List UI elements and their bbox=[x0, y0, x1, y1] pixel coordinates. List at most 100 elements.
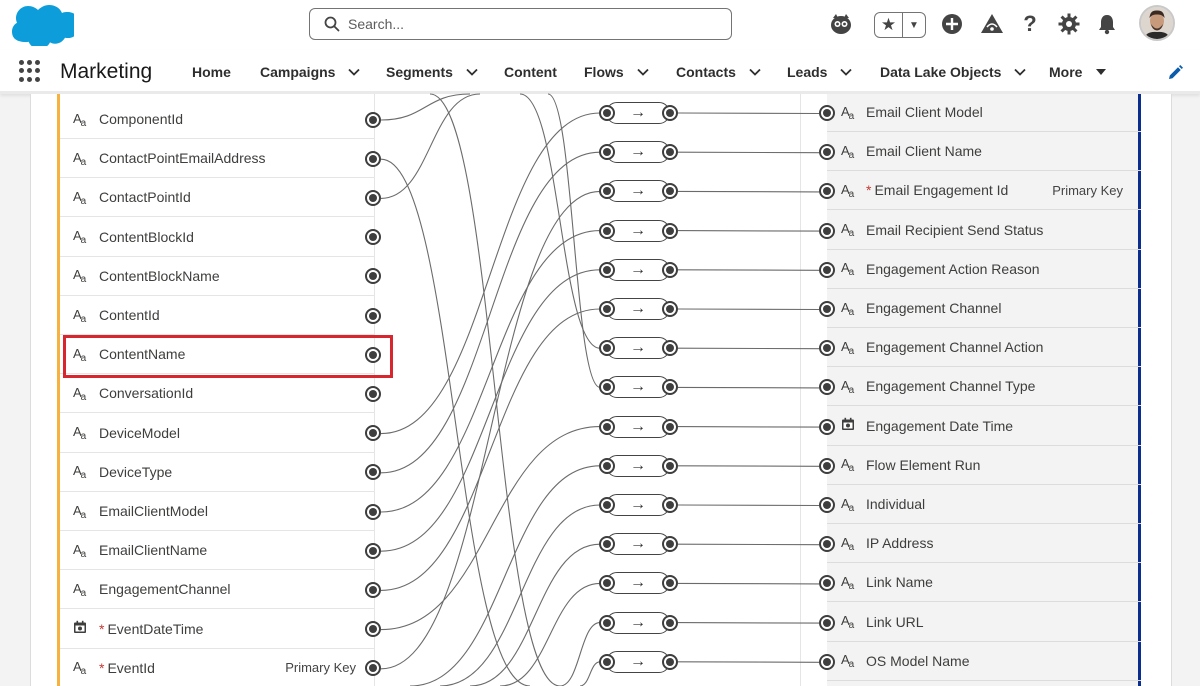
favorites-control[interactable]: ★ ▼ bbox=[874, 12, 926, 38]
nav-item-segments[interactable]: Segments bbox=[386, 64, 479, 80]
source-connector-dot[interactable] bbox=[365, 425, 381, 442]
target-field-row[interactable]: Aa Email Recipient Send Status bbox=[827, 211, 1141, 250]
transform-input-dot[interactable] bbox=[599, 457, 615, 474]
source-field-row[interactable]: Aa ContentName bbox=[60, 335, 374, 375]
source-field-row[interactable]: Aa ContactPointEmailAddress bbox=[60, 139, 374, 179]
source-field-row[interactable]: Aa DeviceType bbox=[60, 453, 374, 492]
source-connector-dot[interactable] bbox=[365, 503, 381, 520]
target-field-row[interactable]: Aa Link URL bbox=[827, 603, 1141, 642]
source-connector-dot[interactable] bbox=[365, 621, 381, 638]
target-connector-dot[interactable] bbox=[819, 418, 835, 435]
setup-gear-icon[interactable] bbox=[1057, 12, 1081, 36]
target-field-row[interactable]: Aa IP Address bbox=[827, 524, 1141, 564]
source-connector-dot[interactable] bbox=[365, 542, 381, 559]
chevron-down-icon[interactable] bbox=[465, 65, 479, 79]
nav-item-more[interactable]: More bbox=[1049, 64, 1108, 80]
transform-node[interactable]: → bbox=[606, 494, 670, 516]
caret-down-icon[interactable] bbox=[1094, 65, 1108, 79]
source-field-row[interactable]: Aa * EventId Primary Key bbox=[60, 649, 374, 686]
chevron-down-icon[interactable] bbox=[636, 65, 650, 79]
source-connector-dot[interactable] bbox=[365, 229, 381, 246]
source-field-row[interactable]: Aa ContentBlockId bbox=[60, 218, 374, 257]
source-field-row[interactable]: Aa EmailClientModel bbox=[60, 492, 374, 531]
source-field-row[interactable]: Aa ComponentId bbox=[60, 100, 374, 139]
transform-output-dot[interactable] bbox=[662, 301, 678, 317]
target-field-row[interactable]: Aa Engagement Action Reason bbox=[827, 250, 1141, 289]
source-field-row[interactable]: Aa ConversationId bbox=[60, 374, 374, 414]
source-field-row[interactable]: Aa ContentId bbox=[60, 296, 374, 335]
source-connector-dot[interactable] bbox=[365, 346, 381, 363]
transform-node[interactable]: → bbox=[606, 180, 670, 203]
transform-node[interactable]: → bbox=[606, 298, 670, 320]
transform-node[interactable]: → bbox=[606, 219, 670, 242]
add-icon[interactable] bbox=[940, 12, 964, 36]
salesforce-logo[interactable] bbox=[12, 4, 74, 46]
nav-item-home[interactable]: Home bbox=[192, 64, 231, 80]
transform-node[interactable]: → bbox=[606, 102, 670, 124]
chevron-down-icon[interactable] bbox=[748, 65, 762, 79]
transform-node[interactable]: → bbox=[606, 533, 670, 556]
transform-output-dot[interactable] bbox=[662, 222, 678, 239]
source-field-row[interactable]: Aa ContactPointId bbox=[60, 178, 374, 218]
target-field-row[interactable]: Aa Email Client Model bbox=[827, 93, 1141, 132]
transform-input-dot[interactable] bbox=[599, 497, 615, 513]
app-launcher-icon[interactable] bbox=[19, 60, 41, 82]
target-connector-dot[interactable] bbox=[819, 653, 835, 670]
target-field-row[interactable]: Aa Flow Element Run bbox=[827, 446, 1141, 485]
chevron-down-icon[interactable] bbox=[347, 65, 361, 79]
source-field-row[interactable]: Aa DeviceModel bbox=[60, 414, 374, 453]
global-search[interactable] bbox=[309, 8, 732, 40]
nav-item-data-lake-objects[interactable]: Data Lake Objects bbox=[880, 64, 1027, 80]
favorites-star-icon[interactable]: ★ bbox=[875, 13, 902, 37]
transform-output-dot[interactable] bbox=[662, 418, 678, 435]
target-connector-dot[interactable] bbox=[819, 105, 835, 121]
transform-output-dot[interactable] bbox=[662, 614, 678, 631]
transform-input-dot[interactable] bbox=[599, 418, 615, 435]
target-field-row[interactable]: Aa Engagement Channel Action bbox=[827, 328, 1141, 368]
transform-node[interactable]: → bbox=[606, 572, 670, 595]
target-connector-dot[interactable] bbox=[819, 457, 835, 474]
chevron-down-icon[interactable] bbox=[1013, 65, 1027, 79]
transform-node[interactable]: → bbox=[606, 415, 670, 438]
transform-node[interactable]: → bbox=[606, 337, 670, 360]
user-avatar[interactable] bbox=[1139, 5, 1175, 41]
source-connector-dot[interactable] bbox=[365, 581, 381, 598]
source-field-row[interactable]: Aa EmailClientName bbox=[60, 531, 374, 571]
target-field-row[interactable]: Aa * Email Engagement Id Primary Key bbox=[827, 171, 1141, 211]
nav-item-contacts[interactable]: Contacts bbox=[676, 64, 762, 80]
target-field-row[interactable]: Aa Email Client Name bbox=[827, 132, 1141, 172]
source-connector-dot[interactable] bbox=[365, 307, 381, 324]
transform-input-dot[interactable] bbox=[599, 301, 615, 317]
edit-nav-pencil-icon[interactable] bbox=[1166, 64, 1184, 82]
target-field-row[interactable]: Aa Engagement Channel Type bbox=[827, 367, 1141, 407]
source-connector-dot[interactable] bbox=[365, 150, 381, 167]
nav-item-leads[interactable]: Leads bbox=[787, 64, 853, 80]
transform-output-dot[interactable] bbox=[662, 457, 678, 474]
source-connector-dot[interactable] bbox=[365, 111, 381, 128]
help-icon[interactable]: ? bbox=[1018, 11, 1042, 36]
transform-input-dot[interactable] bbox=[599, 222, 615, 239]
source-field-row[interactable]: Aa EngagementChannel bbox=[60, 570, 374, 610]
transform-output-dot[interactable] bbox=[662, 261, 678, 278]
target-field-row[interactable]: Aa Link Name bbox=[827, 563, 1141, 603]
target-connector-dot[interactable] bbox=[819, 222, 835, 239]
transform-node[interactable]: → bbox=[606, 611, 670, 634]
source-connector-dot[interactable] bbox=[365, 189, 381, 206]
nav-item-flows[interactable]: Flows bbox=[584, 64, 650, 80]
transform-input-dot[interactable] bbox=[599, 653, 615, 670]
transform-output-dot[interactable] bbox=[662, 497, 678, 513]
target-connector-dot[interactable] bbox=[819, 301, 835, 317]
chevron-down-icon[interactable] bbox=[839, 65, 853, 79]
target-field-row[interactable]: Aa Individual bbox=[827, 485, 1141, 524]
notifications-bell-icon[interactable] bbox=[1095, 12, 1119, 36]
transform-input-dot[interactable] bbox=[599, 614, 615, 631]
trailhead-icon[interactable] bbox=[980, 12, 1004, 36]
transform-input-dot[interactable] bbox=[599, 261, 615, 278]
einstein-icon[interactable] bbox=[829, 12, 853, 36]
target-field-row[interactable]: Engagement Date Time bbox=[827, 407, 1141, 446]
transform-output-dot[interactable] bbox=[662, 653, 678, 670]
favorites-dropdown-icon[interactable]: ▼ bbox=[901, 13, 925, 37]
search-input[interactable] bbox=[348, 16, 688, 32]
source-connector-dot[interactable] bbox=[365, 385, 381, 402]
source-field-row[interactable]: * EventDateTime bbox=[60, 610, 374, 649]
